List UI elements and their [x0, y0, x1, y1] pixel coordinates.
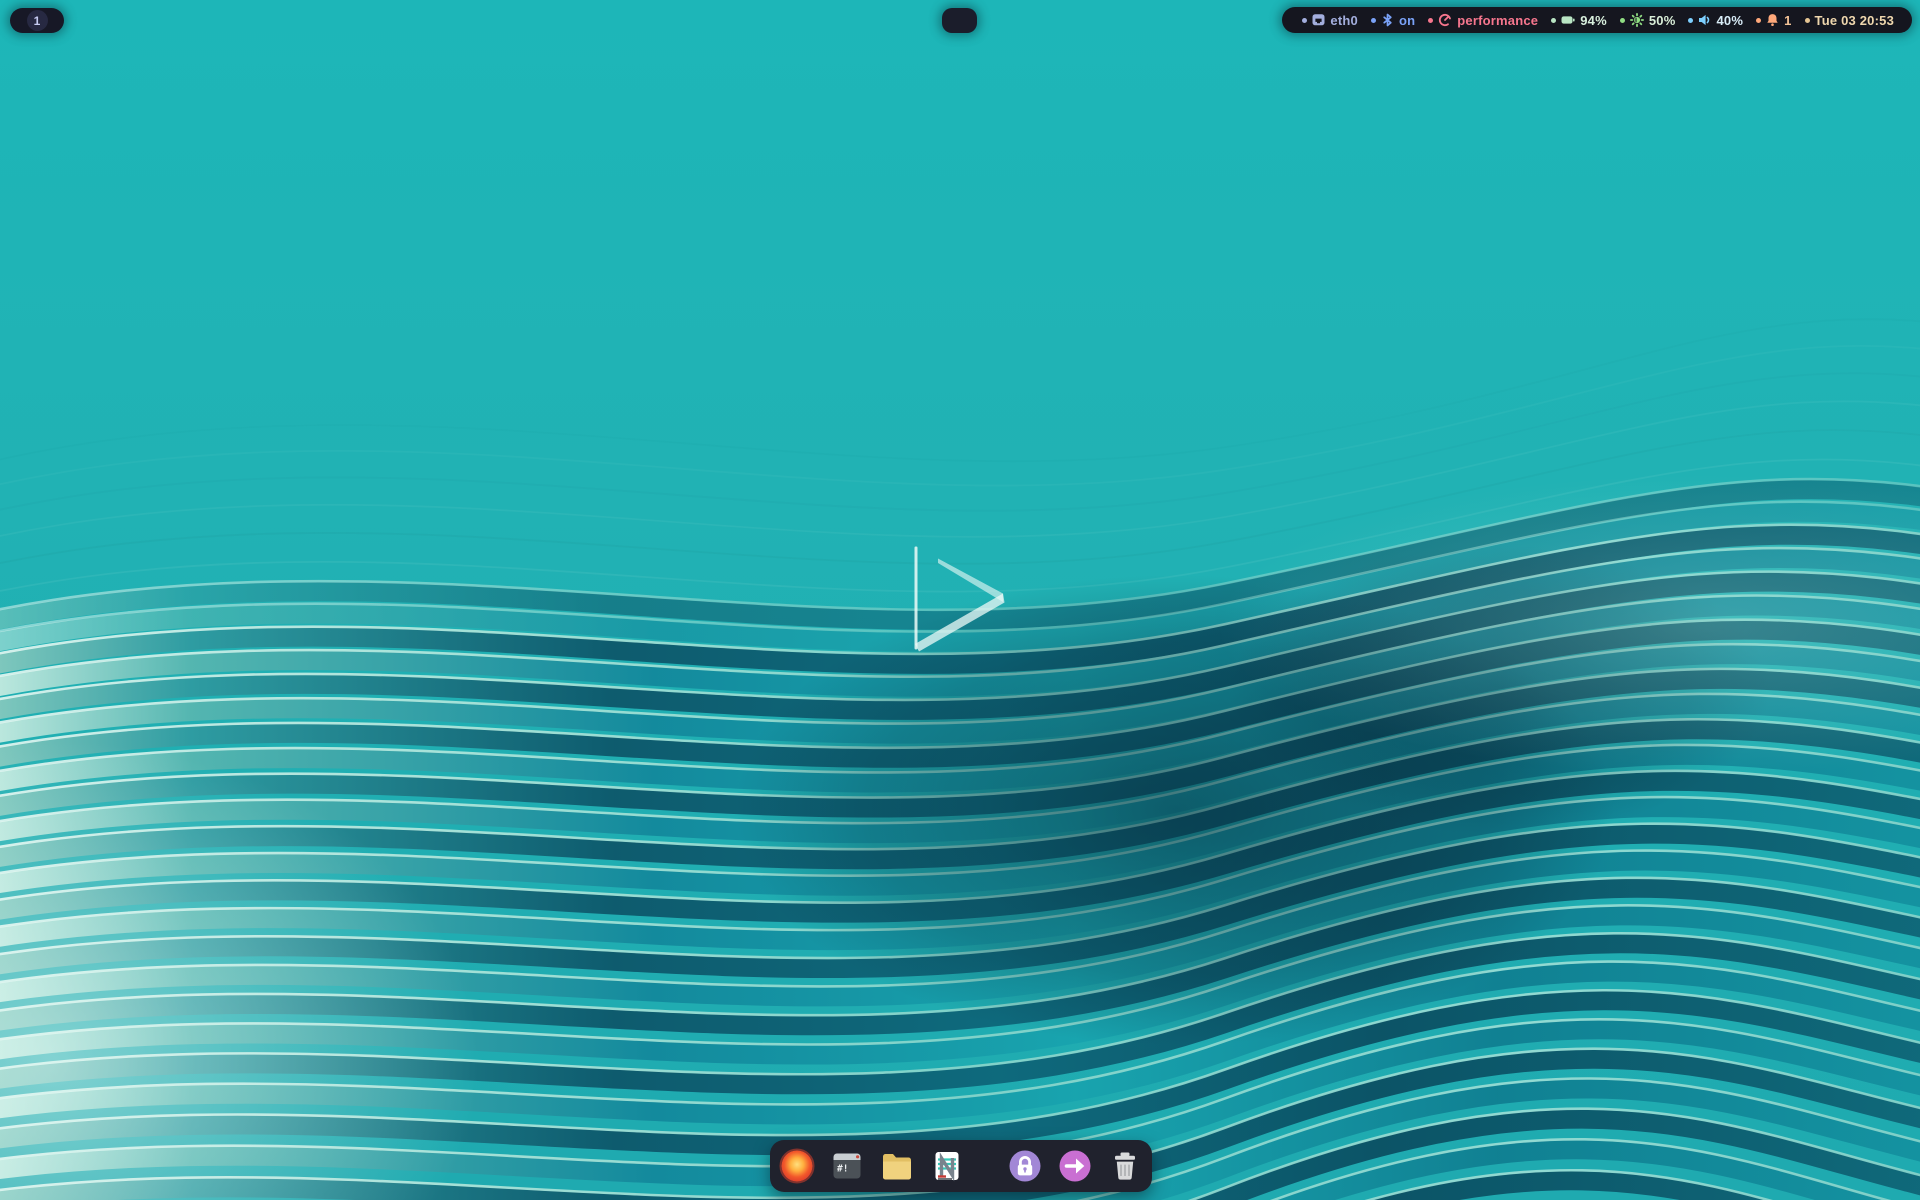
bell-icon [1766, 13, 1779, 27]
power-profile-module[interactable]: performance [1428, 13, 1538, 27]
status-bar: eth0 on performance 94% [1282, 7, 1912, 33]
network-label: eth0 [1330, 14, 1358, 27]
module-dot [1805, 18, 1810, 23]
module-dot [1688, 18, 1693, 23]
file-manager-button[interactable] [879, 1148, 915, 1184]
notes-button[interactable] [929, 1148, 965, 1184]
lock-icon [1007, 1148, 1043, 1184]
lock-button[interactable] [1007, 1148, 1043, 1184]
brightness-icon [1630, 13, 1644, 27]
play-logo-bar [915, 547, 918, 650]
module-dot [1756, 18, 1761, 23]
brightness-label: 50% [1649, 14, 1676, 27]
terminal-icon: #! [829, 1148, 865, 1184]
play-logo-top-edge [938, 559, 1003, 603]
logout-button[interactable] [1057, 1148, 1093, 1184]
brightness-module[interactable]: 50% [1620, 13, 1676, 27]
volume-label: 40% [1716, 14, 1743, 27]
module-dot [1371, 18, 1376, 23]
workspace-1-button[interactable]: 1 [27, 10, 48, 31]
folder-icon [879, 1148, 915, 1184]
battery-icon [1561, 13, 1575, 27]
logout-arrow-icon [1057, 1148, 1093, 1184]
trash-button[interactable] [1107, 1148, 1143, 1184]
volume-module[interactable]: 40% [1688, 13, 1743, 27]
notes-icon [929, 1148, 965, 1184]
bluetooth-module[interactable]: on [1371, 13, 1415, 27]
terminal-glyph: #! [837, 1164, 848, 1175]
sun-launcher-button[interactable] [779, 1148, 815, 1184]
bluetooth-icon [1381, 13, 1394, 27]
module-dot [1428, 18, 1433, 23]
module-dot [1302, 18, 1307, 23]
window-indicator-widget [942, 8, 977, 33]
power-profile-label: performance [1457, 14, 1538, 27]
gauge-icon [1438, 13, 1452, 27]
workspace-label: 1 [34, 14, 41, 28]
clock-module[interactable]: Tue 03 20:53 [1805, 14, 1894, 27]
bluetooth-label: on [1399, 14, 1415, 27]
clock-label: Tue 03 20:53 [1815, 14, 1894, 27]
notifications-count: 1 [1784, 14, 1791, 27]
play-logo [914, 546, 1006, 656]
terminal-button[interactable]: #! [829, 1148, 865, 1184]
ethernet-icon [1312, 13, 1325, 27]
battery-label: 94% [1580, 14, 1607, 27]
notifications-module[interactable]: 1 [1756, 13, 1791, 27]
module-dot [1551, 18, 1556, 23]
network-module[interactable]: eth0 [1302, 13, 1358, 27]
dock: #! [770, 1140, 1152, 1192]
trash-icon [1107, 1148, 1143, 1184]
speaker-icon [1698, 13, 1711, 27]
workspace-indicator: 1 [10, 8, 64, 33]
play-logo-bottom-edge [915, 594, 1005, 652]
battery-module[interactable]: 94% [1551, 13, 1607, 27]
sun-glow-icon [779, 1148, 815, 1184]
module-dot [1620, 18, 1625, 23]
